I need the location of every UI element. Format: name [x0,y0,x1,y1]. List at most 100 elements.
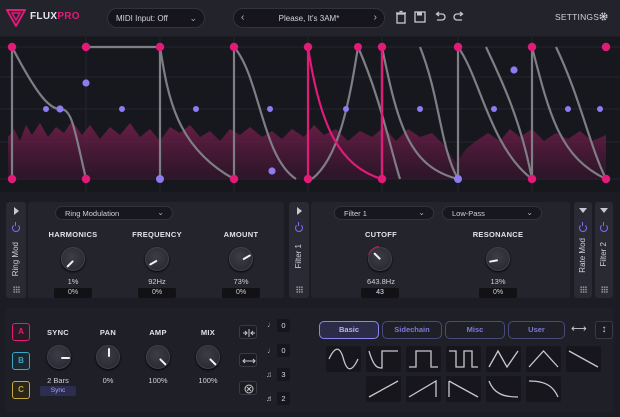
shape-pulse[interactable] [446,346,481,372]
cutoff-title: CUTOFF [364,230,398,239]
compress-icon[interactable] [239,325,257,339]
save-icon[interactable] [413,10,427,24]
shape-dip[interactable] [366,346,401,372]
cutoff-value: 643.8Hz [367,277,395,286]
shape-ramp-down[interactable] [566,346,601,372]
pan-knob[interactable] [96,345,120,369]
collapse-icon[interactable] [600,208,608,213]
tab-user[interactable]: User [508,321,565,339]
note-division-icon: ♬ [266,394,274,403]
filter-type-dropdown[interactable]: Low-Pass ⌄ [442,206,542,220]
cutoff-mod-amount[interactable]: 43 [361,288,399,298]
shape-square[interactable] [406,346,441,372]
amount-value: 73% [233,277,249,286]
ring-mod-mode: Ring Modulation [65,209,120,218]
harmonics-value: 1% [67,277,79,286]
next-preset-icon[interactable]: › [374,12,377,23]
chevron-down-icon: ⌄ [157,208,164,217]
vertical-flip-icon[interactable]: ↕ [595,321,613,339]
note-division-icon: ♫ [266,370,272,379]
filter-source-dropdown[interactable]: Filter 1 ⌄ [334,206,434,220]
shape-saw-down[interactable] [446,376,481,402]
power-icon[interactable] [295,222,303,232]
frequency-mod-amount[interactable]: 0% [138,288,176,298]
shape-log-decay[interactable] [526,376,561,402]
preset-name: Please, It's 3AM* [278,14,340,23]
amp-knob[interactable] [146,345,170,369]
collapse-icon[interactable] [579,208,587,213]
undo-icon[interactable] [433,10,447,24]
resonance-title: RESONANCE [472,230,524,239]
drag-handle-icon[interactable] [601,286,608,293]
tab-sidechain[interactable]: Sidechain [382,321,442,339]
amount-mod-amount[interactable]: 0% [222,288,260,298]
expand-icon[interactable] [297,207,302,215]
preset-selector[interactable]: ‹ Please, It's 3AM* › [233,8,385,28]
tab-basic[interactable]: Basic [319,321,379,339]
harmonics-knob[interactable] [61,247,85,271]
mix-title: MIX [200,328,216,337]
shape-ramp-up[interactable] [366,376,401,402]
flux-logo-icon [6,9,26,27]
lane-b-button[interactable]: B [12,352,30,370]
shape-exp-decay[interactable] [486,376,521,402]
header-bar: FLUXPRO MIDI Input: Off ⌄ ‹ Please, It's… [0,0,620,36]
filter1-panel: Filter 1 ⌄ Low-Pass ⌄ CUTOFF 643.8Hz 43 … [311,202,570,298]
drag-handle-icon[interactable] [296,286,303,293]
brand-name: FLUXPRO [30,11,80,22]
rate-mod-label: Rate Mod [578,238,587,273]
ring-mod-mode-dropdown[interactable]: Ring Modulation ⌄ [55,206,173,220]
resonance-value: 13% [490,277,506,286]
drag-handle-icon[interactable] [580,286,587,293]
delete-icon[interactable] [394,10,408,24]
ring-mod-panel: Ring Modulation ⌄ HARMONICS 1% 0% FREQUE… [28,202,284,298]
clear-icon[interactable] [239,381,257,395]
division-4[interactable]: 2 [277,392,290,405]
frequency-title: FREQUENCY [132,230,182,239]
division-1[interactable]: 0 [277,319,290,332]
chevron-down-icon: ⌄ [526,208,533,217]
drag-handle-icon[interactable] [13,286,20,293]
expand-icon[interactable] [14,207,19,215]
harmonics-title: HARMONICS [48,230,98,239]
mix-knob[interactable] [196,345,220,369]
frequency-value: 92Hz [148,277,166,286]
shape-sine[interactable] [326,346,361,372]
sync-button[interactable]: Sync [40,386,76,396]
shape-triangle[interactable] [486,346,521,372]
filter-type: Low-Pass [452,209,485,218]
brand-suffix: PRO [57,11,80,22]
midi-input-dropdown[interactable]: MIDI Input: Off ⌄ [107,8,205,28]
modulation-graph[interactable] [0,37,620,192]
harmonics-mod-amount[interactable]: 0% [54,288,92,298]
amount-title: AMOUNT [223,230,259,239]
power-icon[interactable] [600,222,608,232]
chevron-down-icon: ⌄ [189,13,197,23]
division-2[interactable]: 0 [277,344,290,357]
resonance-knob[interactable] [486,247,510,271]
note-division-icon: ♩ [267,346,275,355]
stretch-icon[interactable] [239,353,257,367]
ring-mod-label: Ring Mod [11,242,20,277]
division-3[interactable]: 3 [277,368,290,381]
filter2-label: Filter 2 [599,242,608,267]
rate-mod-strip: Rate Mod [574,202,592,298]
power-icon[interactable] [12,222,20,232]
resonance-mod-amount[interactable]: 0% [479,288,517,298]
tab-misc[interactable]: Misc [445,321,505,339]
settings-label[interactable]: SETTINGS [555,12,599,22]
shape-peak[interactable] [526,346,561,372]
cutoff-knob[interactable] [368,247,392,271]
filter2-strip: Filter 2 [595,202,613,298]
sync-knob[interactable] [47,345,71,369]
mix-value: 100% [198,376,218,385]
amount-knob[interactable] [229,247,253,271]
frequency-knob[interactable] [145,247,169,271]
shape-saw-up[interactable] [406,376,441,402]
horizontal-flip-icon[interactable]: ⟷ [571,322,587,335]
filter-source: Filter 1 [344,209,367,218]
power-icon[interactable] [579,222,587,232]
redo-icon[interactable] [452,10,466,24]
midi-input-label: MIDI Input: Off [116,14,168,23]
gear-icon[interactable] [598,11,609,22]
